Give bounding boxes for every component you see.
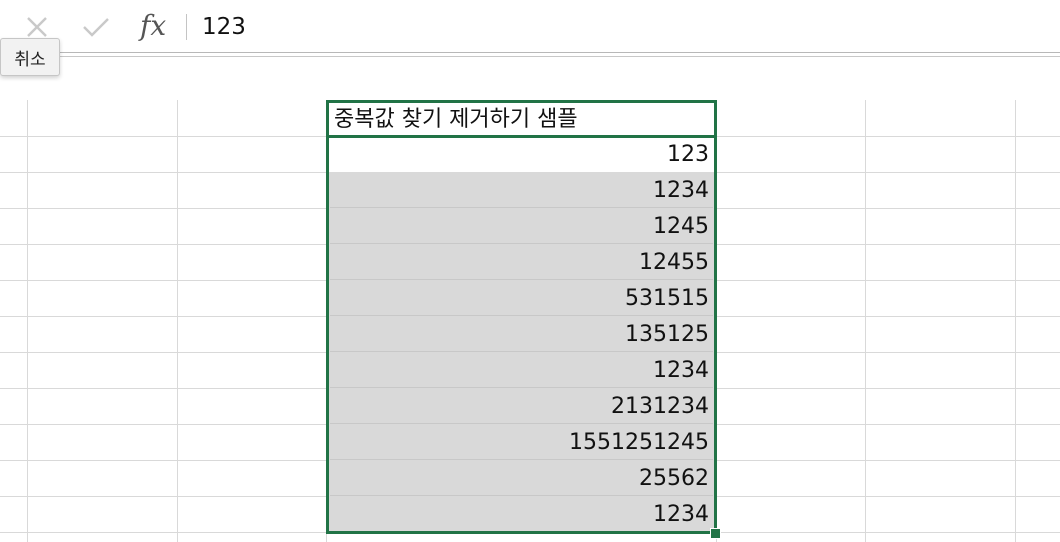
formula-bar-divider (186, 14, 187, 40)
formula-input[interactable]: 123 (202, 12, 246, 42)
formula-bar: fx 123 (0, 0, 1060, 52)
highlighted-cell[interactable]: 1245 (326, 208, 717, 244)
column-gridline (1015, 100, 1016, 542)
column-gridline (865, 100, 866, 542)
highlighted-cell[interactable]: 531515 (326, 280, 717, 316)
highlighted-cell[interactable]: 2131234 (326, 388, 717, 424)
formula-bar-border (0, 52, 1060, 53)
highlighted-cell[interactable]: 1234 (326, 496, 717, 532)
check-icon[interactable] (82, 16, 110, 38)
active-cell[interactable]: 123 (326, 136, 717, 172)
highlighted-cell[interactable]: 25562 (326, 460, 717, 496)
x-icon[interactable] (25, 16, 49, 38)
highlighted-cell[interactable]: 1551251245 (326, 424, 717, 460)
column-gridline (27, 100, 28, 542)
cell-range: 중복값 찾기 제거하기 샘플 123 1234 1245 12455 531515 135… (326, 100, 717, 532)
row-gridline (0, 532, 1060, 533)
fill-handle[interactable] (710, 528, 721, 539)
highlighted-cell[interactable]: 135125 (326, 316, 717, 352)
highlighted-cell[interactable]: 12455 (326, 244, 717, 280)
formula-bar-border-inner (0, 56, 1060, 57)
highlighted-cell[interactable]: 1234 (326, 352, 717, 388)
cancel-tooltip: 취소 (0, 38, 60, 76)
highlighted-cell[interactable]: 1234 (326, 172, 717, 208)
header-cell[interactable]: 중복값 찾기 제거하기 샘플 (326, 100, 717, 136)
column-gridline (177, 100, 178, 542)
fx-icon[interactable]: fx (140, 8, 166, 44)
